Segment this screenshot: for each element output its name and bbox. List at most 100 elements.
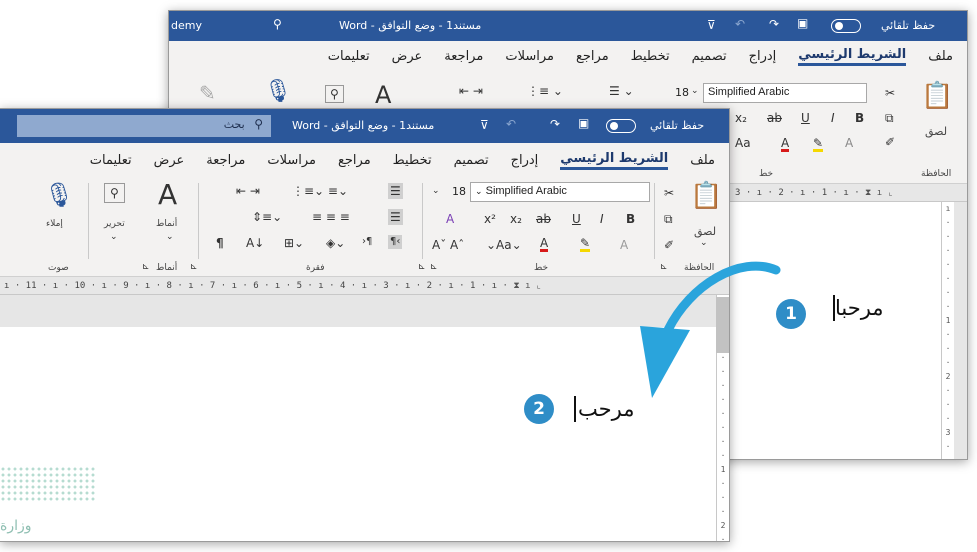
front-indent-icon[interactable]: ⇤ ⇥ xyxy=(236,185,260,197)
front-justify-icon[interactable]: ☰ xyxy=(388,209,403,225)
back-tab-design[interactable]: تصميم xyxy=(692,49,727,64)
front-styles-launcher-icon[interactable]: ⊾ xyxy=(142,263,150,272)
front-qat-chevron-icon[interactable]: ⊽ xyxy=(480,119,489,131)
front-line-spacing-icon[interactable]: ⇕≡⌄ xyxy=(252,211,282,223)
front-align-icons[interactable]: ≡ ≡ ≡ xyxy=(312,211,350,223)
front-paste-chevron-icon[interactable]: ⌄ xyxy=(700,239,708,248)
back-strikethrough-icon[interactable]: ab xyxy=(767,112,782,124)
back-redo-icon[interactable]: ↷ xyxy=(769,18,779,30)
front-tab-home[interactable]: الشريط الرئيسي xyxy=(560,151,669,170)
front-tab-design[interactable]: تصميم xyxy=(454,153,489,168)
front-styles-icon[interactable]: A xyxy=(158,181,177,209)
front-styles-chevron-icon[interactable]: ⌄ xyxy=(166,233,174,242)
front-styles-label[interactable]: أنماط xyxy=(156,219,177,229)
front-tab-layout[interactable]: تخطيط xyxy=(393,153,432,168)
back-italic-icon[interactable]: I xyxy=(831,112,835,124)
front-search-box[interactable]: ⚲ بحث xyxy=(17,115,271,137)
front-indent-marker-icon[interactable]: ⧗ ı ⌞ xyxy=(513,281,541,291)
front-styles-launcher2-icon[interactable]: ⊾ xyxy=(190,263,198,272)
front-italic-icon[interactable]: I xyxy=(600,213,604,225)
back-autosave-toggle[interactable] xyxy=(831,19,861,33)
front-clear-format-icon[interactable]: A xyxy=(446,213,454,225)
front-paste-icon[interactable]: 📋 xyxy=(690,183,722,209)
back-font-name-box[interactable]: Simplified Arabic xyxy=(703,83,867,103)
front-tab-insert[interactable]: إدراج xyxy=(511,153,539,168)
front-superscript-icon[interactable]: x² xyxy=(484,213,496,225)
back-editor-icon[interactable]: ✎ xyxy=(199,83,216,103)
back-indent-icon[interactable]: ⇤ ⇥ xyxy=(459,85,483,97)
back-undo-icon[interactable]: ↶ xyxy=(735,18,745,30)
back-tab-home[interactable]: الشريط الرئيسي xyxy=(798,47,907,66)
front-format-painter-icon[interactable]: ✐ xyxy=(664,239,674,251)
front-underline-icon[interactable]: U xyxy=(572,213,581,225)
back-scrollbar[interactable] xyxy=(954,202,967,459)
back-tab-review[interactable]: مراجعة xyxy=(444,49,483,64)
back-qat-chevron-icon[interactable]: ⊽ xyxy=(707,19,716,31)
front-dictate-label[interactable]: إملاء xyxy=(46,219,63,229)
front-grow-font-icon[interactable]: Aˇ Aˆ xyxy=(432,239,464,251)
front-strikethrough-icon[interactable]: ab xyxy=(536,213,551,225)
back-underline-icon[interactable]: U xyxy=(801,112,810,124)
back-cut-icon[interactable]: ✂ xyxy=(885,87,895,99)
front-find-icon[interactable]: ⚲ xyxy=(104,183,125,203)
back-save-icon[interactable]: ▣ xyxy=(797,17,808,29)
front-bold-icon[interactable]: B xyxy=(626,213,635,225)
back-highlight-icon[interactable]: ✎ xyxy=(813,137,824,152)
front-list-icon[interactable]: ⋮≡⌄ ≡⌄ xyxy=(292,185,348,197)
back-find-icon[interactable]: ⚲ xyxy=(325,85,344,103)
back-subscript-icon[interactable]: x₂ xyxy=(735,112,747,124)
front-dictate-icon[interactable]: 🎙 xyxy=(44,183,74,207)
front-ltr-icon[interactable]: ›¶ xyxy=(362,237,372,247)
front-edit-label[interactable]: تحرير xyxy=(104,219,125,229)
front-edit-chevron-icon[interactable]: ⌄ xyxy=(110,233,118,242)
back-format-painter-icon[interactable]: ✐ xyxy=(885,136,895,148)
front-align-right-icon[interactable]: ☰ xyxy=(388,183,403,199)
front-shading-icon[interactable]: ◈⌄ xyxy=(326,237,345,249)
back-font-size-chevron-icon[interactable]: ⌄ xyxy=(691,87,699,96)
front-borders-icon[interactable]: ⊞⌄ xyxy=(284,237,304,249)
back-tab-help[interactable]: تعليمات xyxy=(328,49,370,64)
front-subscript-icon[interactable]: x₂ xyxy=(510,213,522,225)
front-save-icon[interactable]: ▣ xyxy=(578,117,589,129)
front-tab-review[interactable]: مراجعة xyxy=(206,153,245,168)
front-scrollbar-thumb[interactable] xyxy=(716,297,729,353)
back-paste-icon[interactable]: 📋 xyxy=(921,83,953,109)
front-font-size-chevron-icon[interactable]: ⌄ xyxy=(432,187,440,196)
front-redo-icon[interactable]: ↷ xyxy=(550,118,560,130)
back-bold-icon[interactable]: B xyxy=(855,112,864,124)
front-font-size[interactable]: 18 xyxy=(452,185,466,198)
front-cut-icon[interactable]: ✂ xyxy=(664,187,674,199)
back-change-case-icon[interactable]: Aa xyxy=(735,137,751,149)
back-tab-layout[interactable]: تخطيط xyxy=(631,49,670,64)
front-tab-help[interactable]: تعليمات xyxy=(90,153,132,168)
back-indent-marker-icon[interactable]: ⧗ ı ⌞ xyxy=(865,188,893,198)
front-font-color-icon[interactable]: A xyxy=(540,237,549,252)
front-sort-icon[interactable]: A↓ xyxy=(246,237,264,249)
back-font-size[interactable]: 18 xyxy=(675,86,689,99)
front-tab-view[interactable]: عرض xyxy=(154,153,185,168)
front-rtl-icon[interactable]: ¶‹ xyxy=(388,235,403,249)
back-copy-icon[interactable]: ⧉ xyxy=(885,112,894,124)
front-change-case-icon[interactable]: ⌄Aa⌄ xyxy=(486,239,522,251)
back-paste-label[interactable]: لصق xyxy=(925,125,947,138)
front-highlight-icon[interactable]: ✎ xyxy=(580,237,591,252)
front-tab-mailings[interactable]: مراسلات xyxy=(267,153,316,168)
back-search-icon[interactable]: ⚲ xyxy=(273,18,282,30)
front-tab-file[interactable]: ملف xyxy=(690,153,715,168)
back-tab-insert[interactable]: إدراج xyxy=(749,49,777,64)
front-copy-icon[interactable]: ⧉ xyxy=(664,213,673,225)
back-tab-view[interactable]: عرض xyxy=(392,49,423,64)
front-clipboard-launcher-icon[interactable]: ⊾ xyxy=(660,263,668,272)
back-styles-icon[interactable]: A xyxy=(375,83,391,107)
back-dictate-icon[interactable]: 🎙 xyxy=(264,81,292,103)
back-paragraph-align-icon[interactable]: ☰ ⌄ xyxy=(609,85,634,97)
back-tab-references[interactable]: مراجع xyxy=(576,49,609,64)
front-paragraph-launcher-icon[interactable]: ⊾ xyxy=(418,263,426,272)
back-tab-file[interactable]: ملف xyxy=(928,49,953,64)
back-tab-mailings[interactable]: مراسلات xyxy=(505,49,554,64)
front-font-name-box[interactable]: ⌄ Simplified Arabic xyxy=(470,182,650,202)
front-autosave-toggle[interactable] xyxy=(606,119,636,133)
back-list-icon[interactable]: ⋮≡ ⌄ xyxy=(527,85,563,97)
front-text-effects-icon[interactable]: A xyxy=(620,239,628,251)
back-clear-format-icon[interactable]: A xyxy=(845,137,853,149)
